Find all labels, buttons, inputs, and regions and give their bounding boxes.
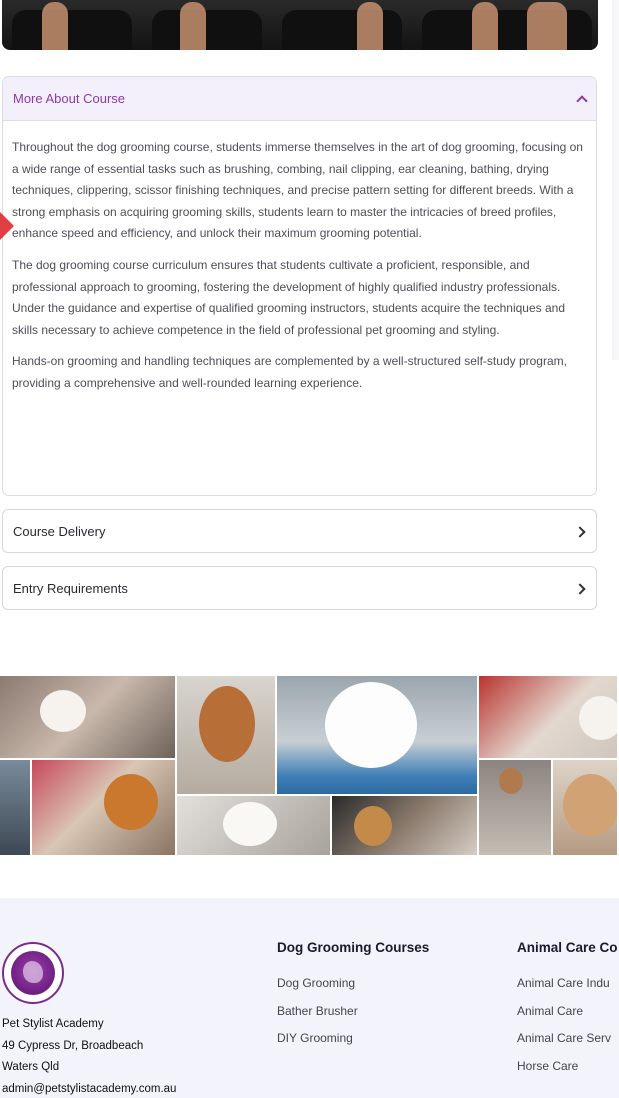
accordion-title: Course Delivery <box>13 523 106 539</box>
photo-pomeranian <box>32 760 177 857</box>
course-paragraph: Throughout the dog grooming course, stud… <box>12 140 583 241</box>
photo-groomer-red <box>479 676 619 760</box>
footer-link[interactable]: Animal Care Serv <box>517 1031 611 1045</box>
photo-poodle <box>177 676 277 796</box>
email-link[interactable]: admin@petstylistacademy.com.au <box>2 1079 176 1098</box>
footer-heading-animal-care: Animal Care Co <box>517 940 618 955</box>
academy-logo[interactable] <box>2 942 64 1004</box>
grooming-photo-collage <box>0 676 619 857</box>
poodle-emblem-icon <box>11 951 55 995</box>
footer-link[interactable]: Animal Care Indu <box>517 976 610 990</box>
accordion-entry-requirements[interactable]: Entry Requirements <box>2 566 597 610</box>
course-paragraph: Hands-on grooming and handling technique… <box>12 354 567 390</box>
footer-address: Pet Stylist Academy 49 Cypress Dr, Broad… <box>2 1014 176 1098</box>
photo-dog-bath <box>0 676 177 760</box>
footer-link[interactable]: Animal Care <box>517 1004 583 1018</box>
accordion-course-delivery[interactable]: Course Delivery <box>2 509 597 553</box>
footer-heading-dog-grooming: Dog Grooming Courses <box>277 940 430 955</box>
accordion-header-more-about[interactable]: More About Course <box>3 77 596 121</box>
chevron-right-icon[interactable] <box>576 526 586 536</box>
footer-link[interactable]: Dog Grooming <box>277 976 355 990</box>
accordion-title: More About Course <box>13 91 126 106</box>
footer-link[interactable]: Horse Care <box>517 1059 578 1073</box>
footer-link[interactable]: DIY Grooming <box>277 1031 353 1045</box>
street-address: 49 Cypress Dr, Broadbeach <box>2 1039 144 1052</box>
sidebar-edge <box>612 0 619 360</box>
photo-dog-face <box>553 760 619 857</box>
team-photo <box>2 0 598 50</box>
company-name: Pet Stylist Academy <box>2 1018 104 1030</box>
photo-groomer-scissors <box>332 796 479 857</box>
accordion-title: Entry Requirements <box>13 580 128 596</box>
photo-white-spitz <box>277 676 479 796</box>
accordion-body: Throughout the dog grooming course, stud… <box>3 121 596 395</box>
chevron-up-icon[interactable] <box>576 94 586 104</box>
accordion-more-about-course: More About Course Throughout the dog gro… <box>2 76 597 496</box>
course-paragraph: The dog grooming course curriculum ensur… <box>12 257 566 337</box>
footer-link[interactable]: Bather Brusher <box>277 1004 358 1018</box>
chevron-right-icon[interactable] <box>576 583 586 593</box>
photo-maltese <box>177 796 332 857</box>
photo-groomer <box>0 760 32 857</box>
photo-grooming-small <box>479 760 553 857</box>
suburb-address: Waters Qld <box>2 1061 60 1073</box>
